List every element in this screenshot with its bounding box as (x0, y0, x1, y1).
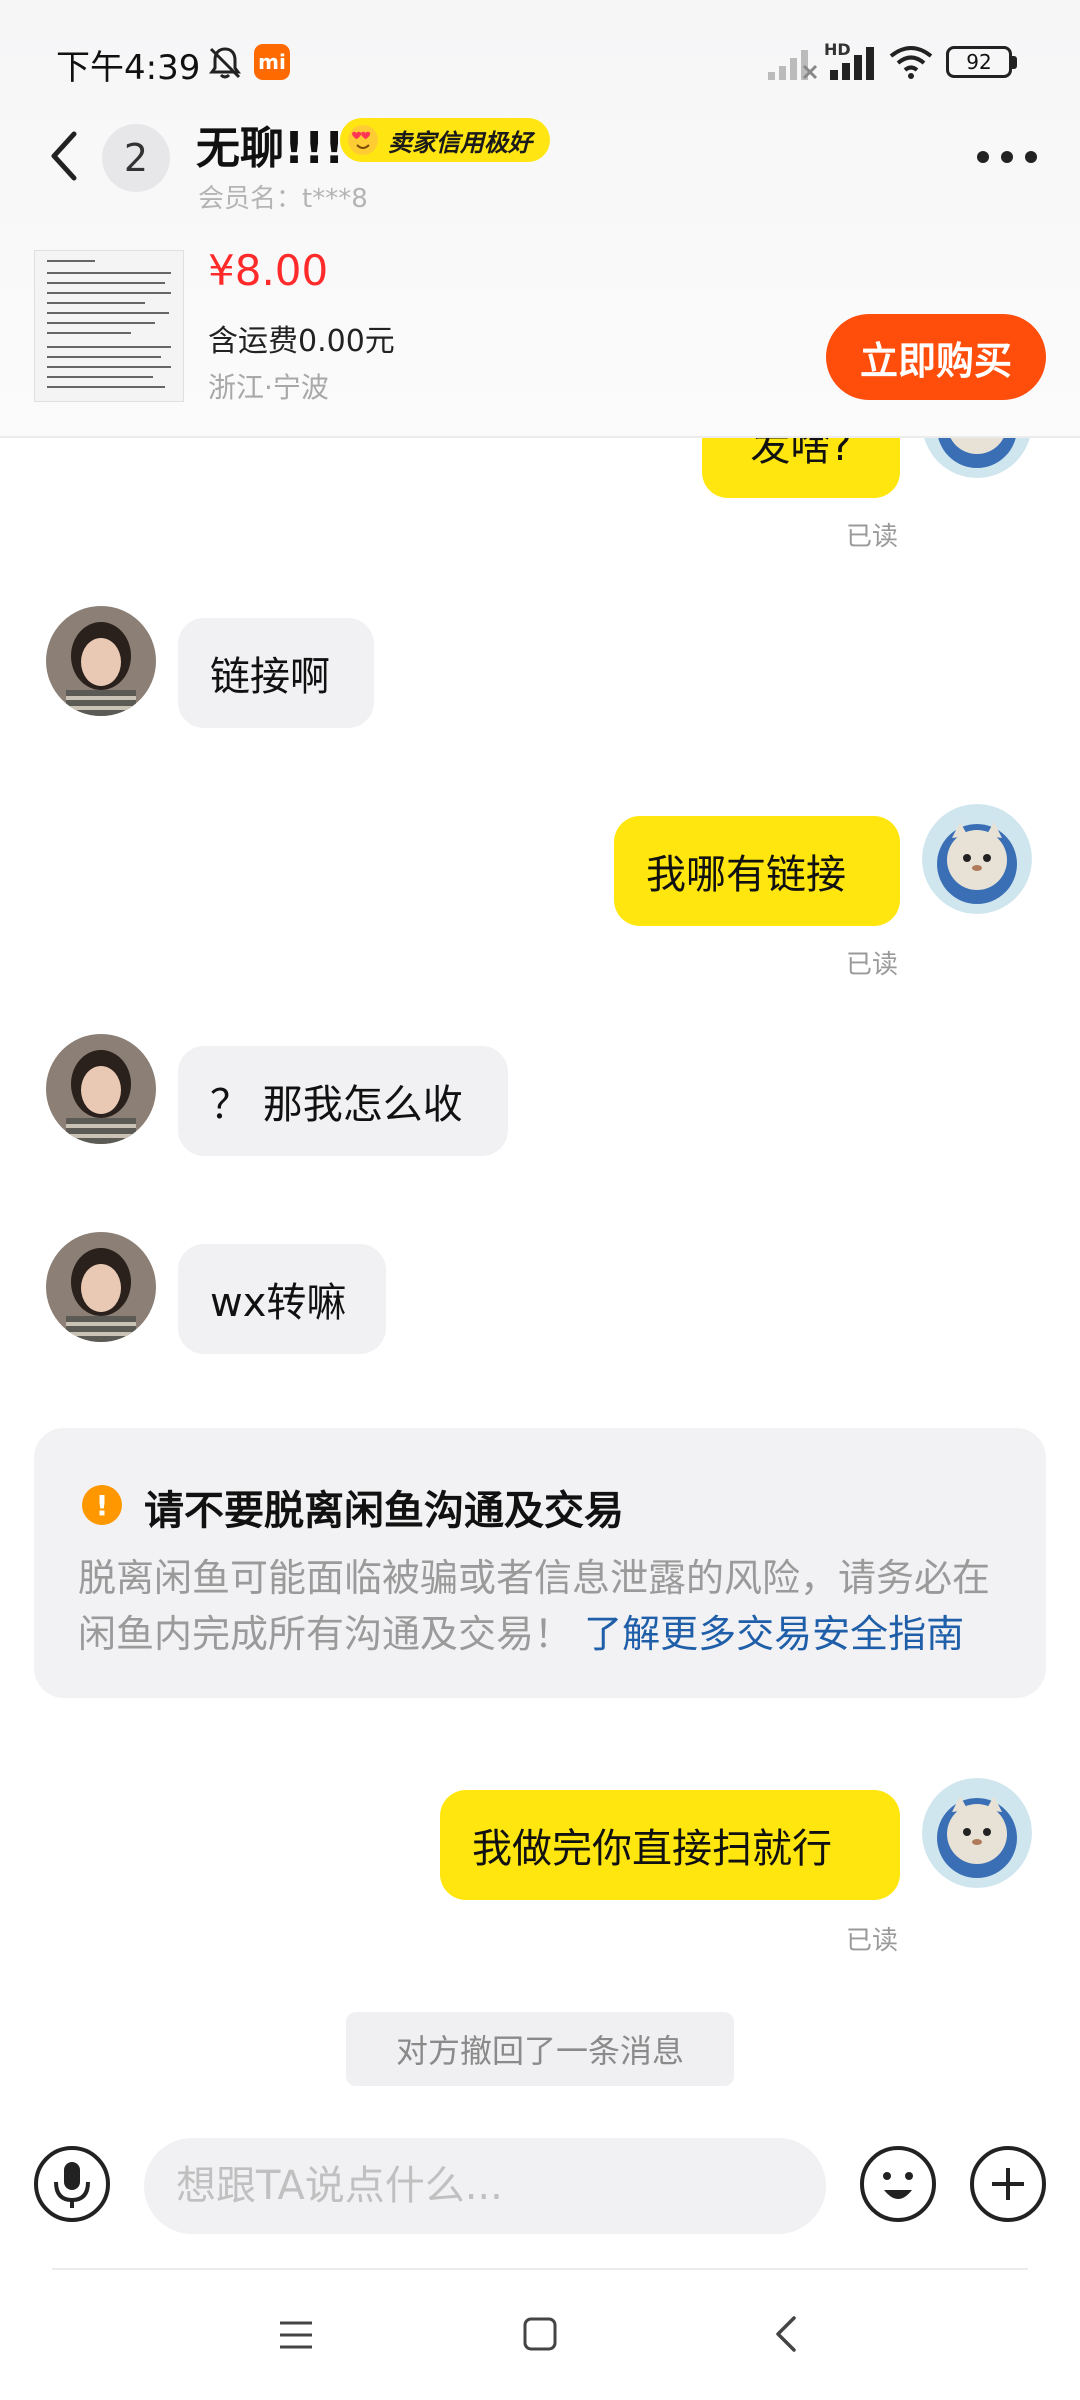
heart-eyes-emoji-icon (348, 125, 378, 155)
contact-avatar[interactable] (46, 1034, 156, 1144)
status-time: 下午4:39 (56, 48, 201, 88)
read-receipt: 已读 (846, 1926, 899, 1956)
shipping-fee: 含运费0.00元 (208, 324, 395, 359)
mi-badge: mi (254, 44, 290, 80)
message-text: 链接啊 (210, 654, 330, 700)
nav-back-icon[interactable] (772, 2314, 800, 2354)
read-receipt: 已读 (846, 522, 899, 552)
wifi-icon (889, 46, 933, 79)
safety-guide-link[interactable]: 了解更多交易安全指南 (584, 1612, 964, 1656)
recalled-message-notice: 对方撤回了一条消息 (346, 2012, 734, 2086)
read-receipt: 已读 (846, 950, 899, 980)
my-avatar[interactable] (922, 1778, 1032, 1888)
seller-credit-badge: 卖家信用极好 (340, 118, 550, 162)
product-thumbnail[interactable] (34, 250, 184, 402)
status-bar: 下午4:39 mi HD 92 (0, 0, 1080, 120)
contact-avatar[interactable] (46, 606, 156, 716)
menu-icon[interactable] (278, 2318, 314, 2352)
message-bubble-theirs[interactable]: wx转嘛 (178, 1244, 386, 1354)
message-bubble-theirs[interactable]: ？ 那我怎么收 (178, 1046, 508, 1156)
contact-avatar[interactable] (46, 1232, 156, 1342)
contact-photo-image (46, 1034, 156, 1144)
member-name: 会员名：t***8 (198, 184, 368, 214)
signal-strength-icon (830, 47, 874, 80)
plus-icon[interactable] (968, 2144, 1048, 2224)
document-thumbnail-image (35, 251, 183, 401)
contact-photo-image (46, 606, 156, 716)
cat-avatar-image (922, 804, 1032, 914)
notice-body: 脱离闲鱼可能面临被骗或者信息泄露的风险，请务必在闲鱼内完成所有沟通及交易！ 了解… (78, 1550, 1018, 1662)
buy-now-button[interactable]: 立即购买 (826, 314, 1046, 400)
my-avatar[interactable] (922, 804, 1032, 914)
chevron-left-icon[interactable] (44, 126, 84, 186)
signal-icon (768, 50, 818, 80)
message-input[interactable] (144, 2138, 826, 2234)
unread-count-badge[interactable]: 2 (102, 124, 170, 192)
message-text: 我做完你直接扫就行 (472, 1826, 832, 1872)
divider (52, 2268, 1028, 2270)
home-square-icon[interactable] (522, 2316, 558, 2352)
product-price: ¥8.00 (208, 246, 329, 295)
message-text: ？ 那我怎么收 (210, 1082, 463, 1128)
message-text: 发啥? (750, 438, 852, 470)
smiley-icon[interactable] (858, 2144, 938, 2224)
exclamation-icon: ! (82, 1485, 122, 1525)
message-bubble-mine[interactable]: 我做完你直接扫就行 (440, 1790, 900, 1900)
my-avatar[interactable] (922, 438, 1032, 478)
battery-nub (1012, 56, 1017, 69)
product-location: 浙江·宁波 (208, 371, 329, 404)
bell-muted-icon (209, 47, 241, 79)
message-text: 我哪有链接 (646, 852, 846, 898)
more-dots-icon[interactable] (976, 150, 1038, 164)
credit-badge-label: 卖家信用极好 (388, 128, 532, 157)
message-bubble-theirs[interactable]: 链接啊 (178, 618, 374, 728)
contact-photo-image (46, 1232, 156, 1342)
cat-avatar-image (924, 438, 1030, 478)
cat-avatar-image (922, 1778, 1032, 1888)
message-text: wx转嘛 (210, 1280, 347, 1326)
notice-title: 请不要脱离闲鱼沟通及交易 (144, 1488, 624, 1534)
message-bubble-mine[interactable]: 我哪有链接 (614, 816, 900, 926)
battery-indicator: 92 (946, 46, 1012, 78)
microphone-icon[interactable] (32, 2144, 112, 2224)
contact-name: 无聊!!! (196, 123, 345, 174)
message-bubble-mine[interactable]: 发啥? (702, 438, 900, 498)
